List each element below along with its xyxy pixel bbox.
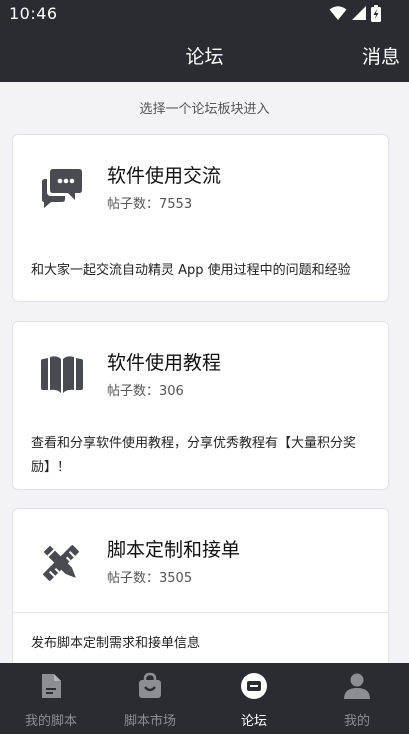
forum-icon bbox=[241, 673, 267, 699]
board-title: 软件使用教程 bbox=[107, 352, 222, 374]
board-description: 查看和分享软件使用教程，分享优秀教程有【大量积分奖励】！ bbox=[31, 436, 357, 475]
status-time: 10:46 bbox=[9, 4, 58, 23]
board-post-count: 帖子数：306 bbox=[107, 384, 184, 399]
pencil-ruler-icon bbox=[43, 545, 79, 581]
tab-label: 论坛 bbox=[240, 714, 267, 729]
board-card-script-customization[interactable]: 脚本定制和接单 帖子数：3505 发布脚本定制需求和接单信息 bbox=[12, 508, 389, 678]
tab-forum[interactable]: 论坛 bbox=[203, 663, 305, 734]
board-post-count: 帖子数：3505 bbox=[107, 571, 193, 586]
tab-script-market[interactable]: 脚本市场 bbox=[99, 663, 201, 734]
board-card-software-tutorials[interactable]: 软件使用教程 帖子数：306 查看和分享软件使用教程，分享优秀教程有【大量积分奖… bbox=[12, 321, 389, 490]
tab-label: 我的脚本 bbox=[24, 714, 77, 729]
board-description: 和大家一起交流自动精灵 App 使用过程中的问题和经验 bbox=[31, 263, 351, 278]
battery-icon bbox=[371, 5, 381, 22]
page-title: 论坛 bbox=[185, 46, 224, 68]
page-subtitle: 选择一个论坛板块进入 bbox=[139, 102, 270, 117]
tab-my-scripts[interactable]: 我的脚本 bbox=[0, 663, 102, 734]
person-icon bbox=[344, 673, 370, 699]
tab-label: 脚本市场 bbox=[123, 714, 176, 729]
messages-button[interactable]: 消息 bbox=[362, 42, 400, 69]
board-title: 软件使用交流 bbox=[107, 165, 222, 187]
top-bar: 论坛 消息 bbox=[0, 27, 409, 82]
status-bar: 10:46 bbox=[0, 0, 409, 27]
board-post-count: 帖子数：7553 bbox=[107, 197, 193, 212]
wifi-icon bbox=[329, 6, 347, 20]
board-card-software-discussion[interactable]: 软件使用交流 帖子数：7553 和大家一起交流自动精灵 App 使用过程中的问题… bbox=[12, 134, 389, 302]
chat-bubbles-icon bbox=[42, 169, 82, 208]
document-icon bbox=[42, 674, 61, 698]
tab-label: 我的 bbox=[343, 714, 370, 729]
bottom-tab-bar: 我的脚本 脚本市场 论坛 我的 bbox=[0, 663, 409, 734]
board-title: 脚本定制和接单 bbox=[107, 539, 241, 561]
open-book-icon bbox=[41, 356, 83, 393]
card-divider bbox=[13, 612, 388, 613]
shopping-bag-icon bbox=[139, 672, 161, 698]
board-description: 发布脚本定制需求和接单信息 bbox=[31, 636, 201, 651]
tab-profile[interactable]: 我的 bbox=[306, 663, 408, 734]
signal-icon bbox=[352, 6, 366, 20]
